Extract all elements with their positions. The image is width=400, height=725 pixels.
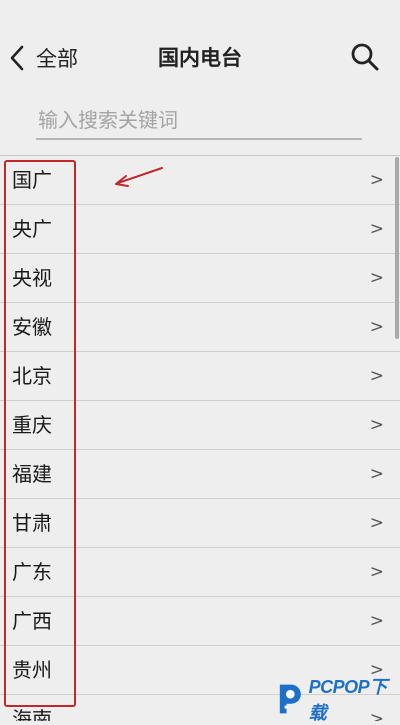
list-item-label: 广东 [12,560,52,584]
list-item-label: 安徽 [12,315,52,339]
chevron-right-icon: > [369,611,384,631]
chevron-left-icon [10,45,24,71]
list-item[interactable]: 甘肃 > [0,499,400,548]
chevron-right-icon: > [369,219,384,239]
watermark-logo: PCPOP下载 [276,677,400,723]
back-label: 全部 [36,47,78,71]
watermark-text: PCPOP下载 [308,677,388,723]
chevron-right-icon: > [369,513,384,533]
list-item-label: 福建 [12,462,52,486]
search-input[interactable] [36,104,366,136]
list-item-label: 北京 [12,364,52,388]
list-item[interactable]: 北京 > [0,352,400,401]
list-item-label: 重庆 [12,413,52,437]
list-item-label: 贵州 [12,658,52,682]
search-button[interactable] [348,40,382,74]
list-item[interactable]: 广东 > [0,548,400,597]
search-field [36,104,366,140]
back-button[interactable]: 全部 [8,38,78,78]
chevron-right-icon: > [369,562,384,582]
list-item[interactable]: 福建 > [0,450,400,499]
chevron-right-icon: > [369,317,384,337]
app-header: 全部 国内电台 [0,0,400,110]
list-item[interactable]: 央视 > [0,254,400,303]
list-item[interactable]: 安徽 > [0,303,400,352]
list-item[interactable]: 重庆 > [0,401,400,450]
list-item-label: 央广 [12,217,52,241]
list-item-label: 国广 [12,168,52,192]
scrollbar[interactable] [395,157,399,339]
search-icon [351,43,379,71]
pcpop-logo-icon [279,684,301,714]
list-item-label: 甘肃 [12,511,52,535]
list-item[interactable]: 央广 > [0,205,400,254]
list-item[interactable]: 广西 > [0,597,400,646]
list-item[interactable]: 国广 > [0,156,400,205]
list-item-label: 海南 [12,707,52,721]
chevron-right-icon: > [369,415,384,435]
list-item-label: 广西 [12,609,52,633]
region-list: 国广 > 央广 > 央视 > 安徽 > 北京 > 重庆 > 福建 > 甘肃 > … [0,155,400,721]
chevron-right-icon: > [369,268,384,288]
chevron-right-icon: > [369,170,384,190]
list-item-label: 央视 [12,266,52,290]
chevron-right-icon: > [369,366,384,386]
chevron-right-icon: > [369,464,384,484]
